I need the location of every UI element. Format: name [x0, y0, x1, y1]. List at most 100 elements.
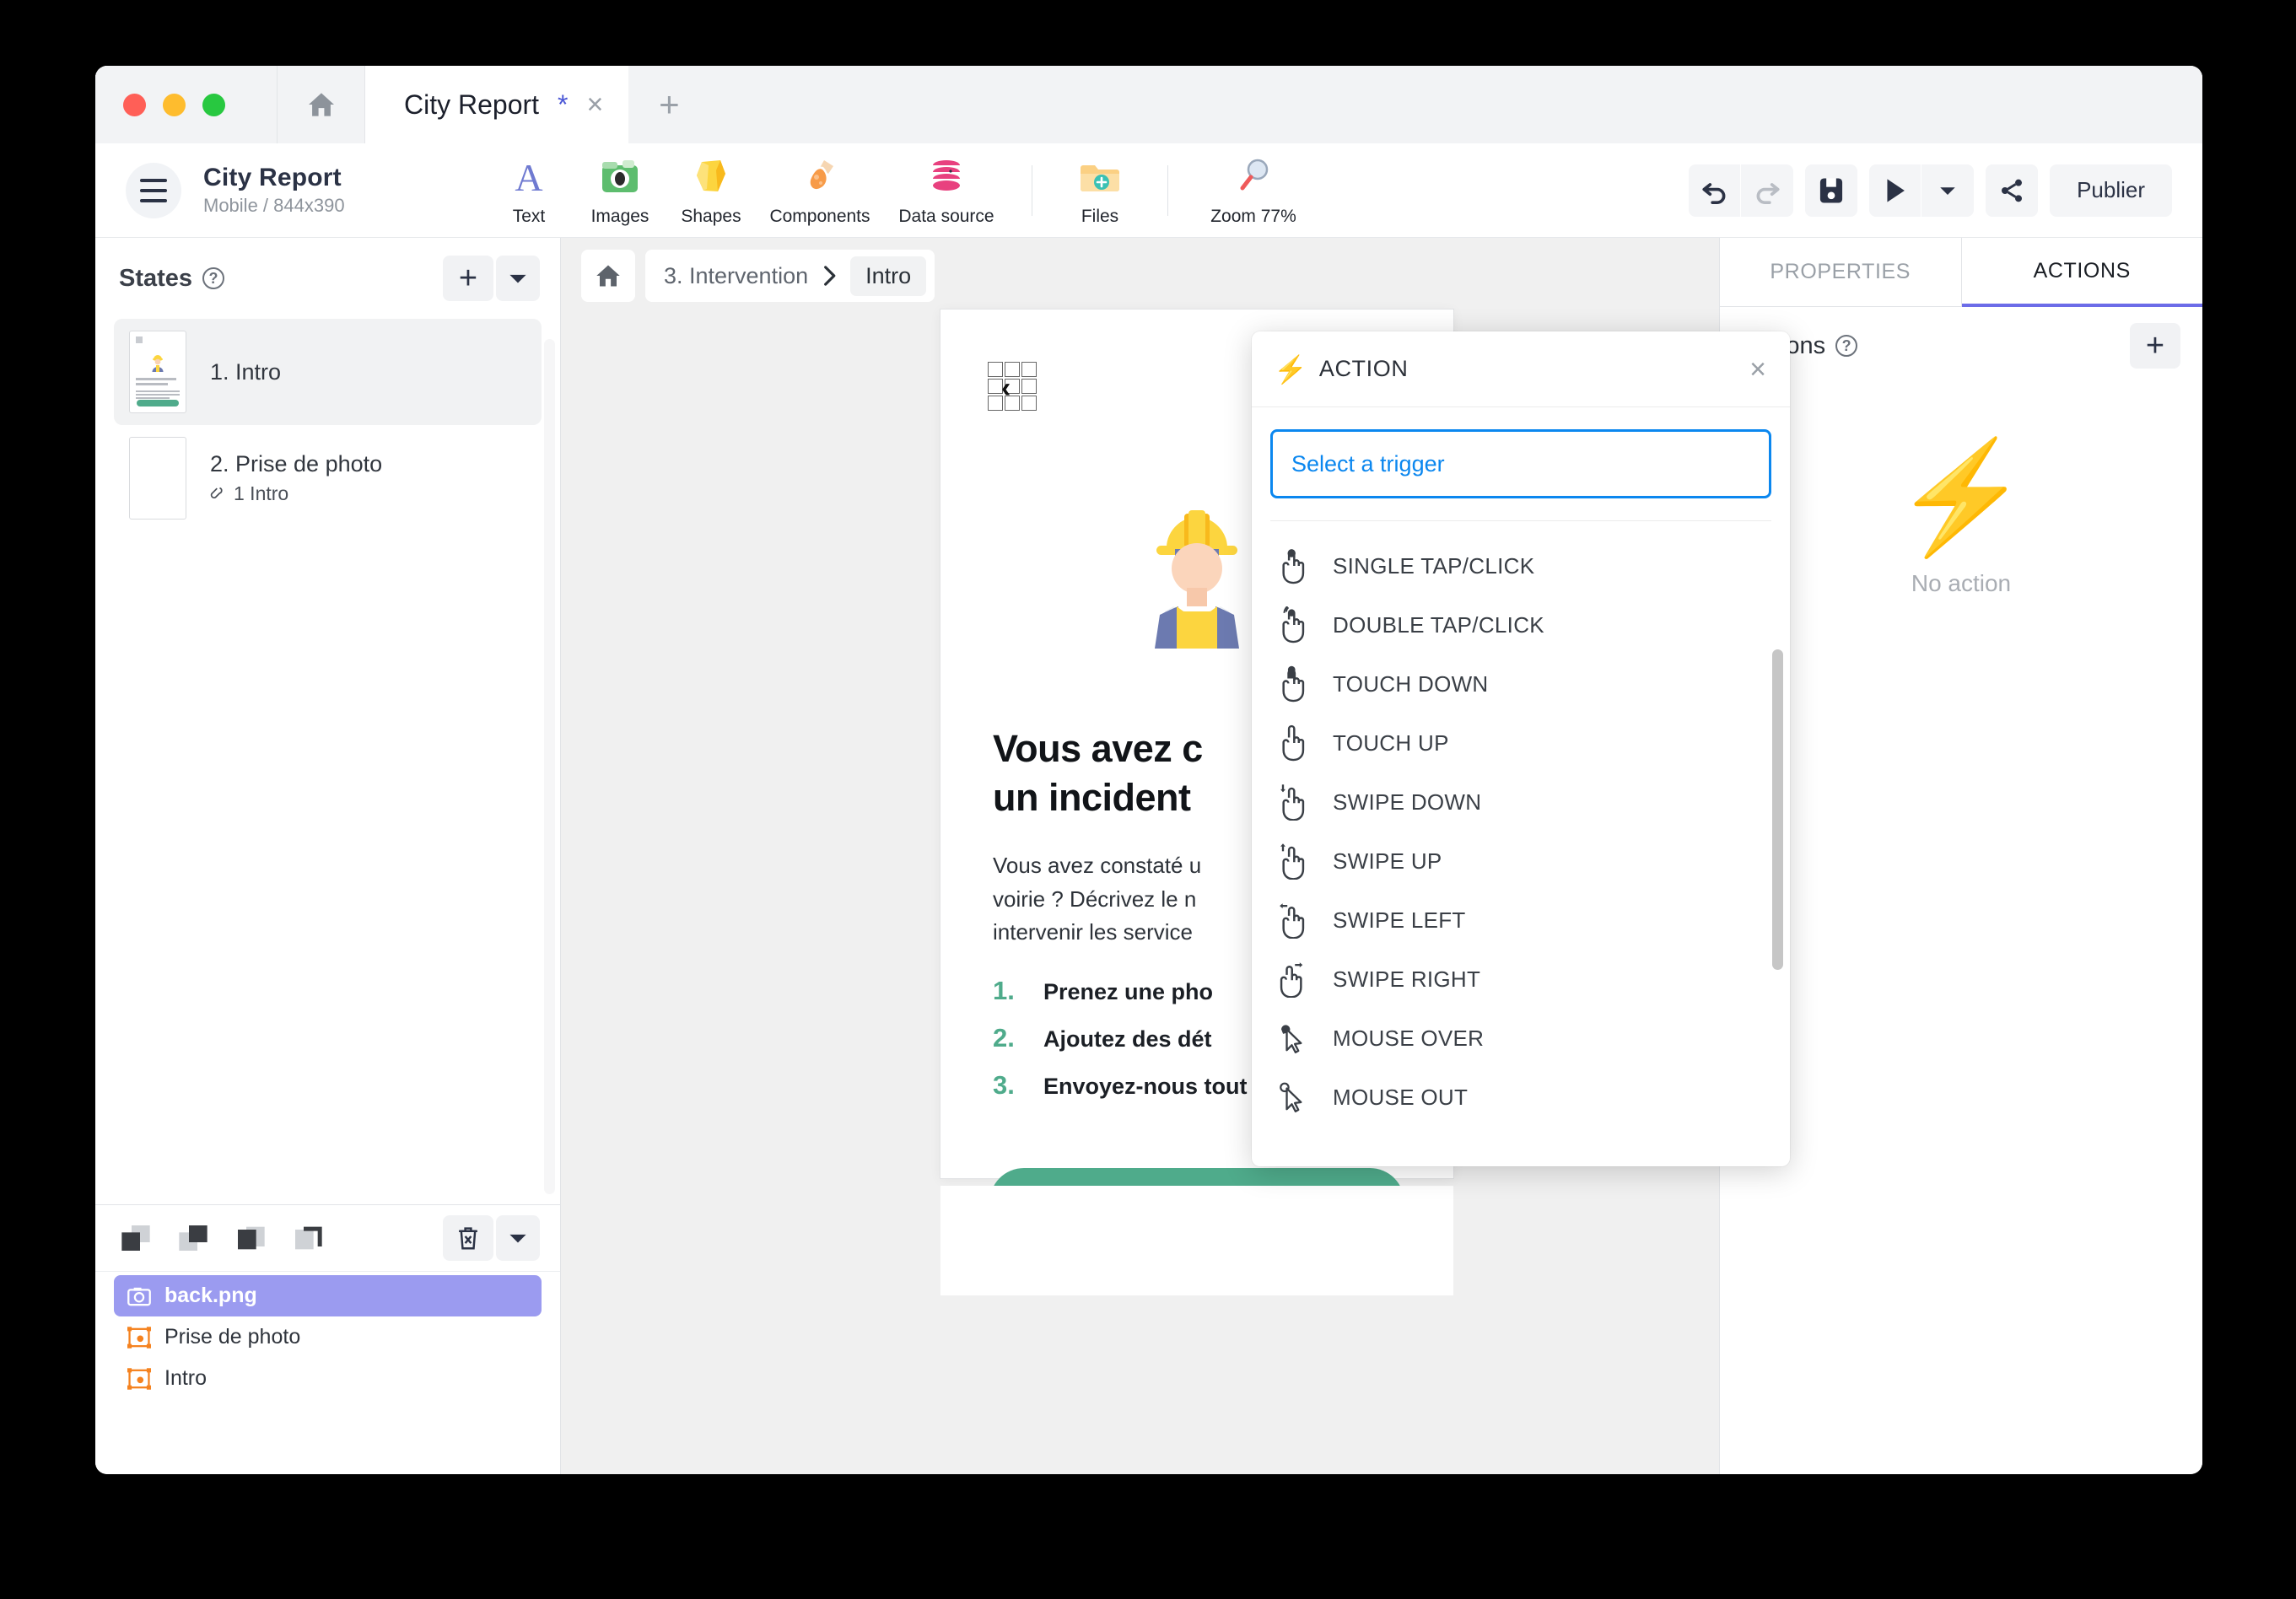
trigger-label: SWIPE LEFT [1333, 907, 1466, 934]
layer-item-prise-de-photo[interactable]: Prise de photo [114, 1316, 542, 1358]
breadcrumb-current[interactable]: Intro [850, 256, 926, 296]
step-number: 2. [993, 1023, 1025, 1053]
redo-button[interactable] [1741, 164, 1793, 217]
tool-label: Data source [898, 207, 994, 227]
trigger-option-swipe-down[interactable]: SWIPE DOWN [1252, 773, 1790, 832]
trigger-option-swipe-right[interactable]: SWIPE RIGHT [1252, 950, 1790, 1009]
add-action-button[interactable]: + [2130, 323, 2180, 369]
window-traffic-lights [95, 66, 278, 143]
close-icon[interactable]: × [1749, 355, 1766, 384]
trigger-option-single-tap[interactable]: SINGLE TAP/CLICK [1252, 536, 1790, 595]
states-scrollbar[interactable] [544, 339, 555, 1194]
zoom-control[interactable]: Zoom 77% [1190, 153, 1317, 229]
trigger-label: MOUSE OUT [1333, 1085, 1468, 1111]
caret-down-icon [509, 272, 527, 284]
preview-group [1869, 164, 1974, 217]
trigger-option-touch-up[interactable]: TOUCH UP [1252, 713, 1790, 773]
layer-item-back-png[interactable]: back.png [114, 1275, 542, 1316]
tool-text[interactable]: A Text [483, 153, 574, 229]
minimize-window-button[interactable] [163, 94, 186, 116]
send-backward-icon[interactable] [291, 1224, 325, 1252]
new-tab-button[interactable]: + [628, 66, 709, 143]
bring-to-front-icon[interactable] [119, 1224, 153, 1252]
project-info: City Report Mobile / 844x390 [203, 164, 345, 217]
breadcrumb-home-button[interactable] [581, 250, 635, 302]
close-window-button[interactable] [123, 94, 146, 116]
document-tab[interactable]: City Report * × [365, 66, 628, 143]
share-button[interactable] [1986, 164, 2038, 217]
trigger-option-swipe-left[interactable]: SWIPE LEFT [1252, 891, 1790, 950]
trigger-option-double-tap[interactable]: DOUBLE TAP/CLICK [1252, 595, 1790, 654]
tab-title: City Report [404, 89, 539, 121]
state-thumbnail [129, 331, 186, 413]
hand-tap-icon [1275, 546, 1309, 585]
trigger-option-swipe-up[interactable]: SWIPE UP [1252, 832, 1790, 891]
state-name: 2. Prise de photo [210, 451, 382, 477]
right-sidebar: PROPERTIES ACTIONS Actions ? + ⚡ No acti… [1719, 238, 2202, 1474]
share-icon [1998, 177, 2025, 204]
tool-label: Images [591, 207, 649, 227]
play-dropdown-button[interactable] [1921, 164, 1974, 217]
state-item-text: 2. Prise de photo 1 Intro [210, 451, 382, 505]
main-toolbar: City Report Mobile / 844x390 A Text [95, 143, 2202, 238]
construction-worker-icon [1124, 488, 1269, 649]
select-trigger-input[interactable]: Select a trigger [1270, 429, 1771, 498]
trigger-list-scrollbar[interactable] [1772, 649, 1783, 970]
tool-data-source[interactable]: Data source [883, 153, 1010, 229]
toolbar-divider [1167, 165, 1168, 216]
tool-components[interactable]: Components [757, 153, 883, 229]
layer-item-intro[interactable]: Intro [114, 1358, 542, 1399]
question-mark-icon[interactable]: ? [202, 267, 224, 289]
menu-button[interactable] [126, 163, 181, 218]
publish-button[interactable]: Publier [2050, 164, 2172, 217]
send-to-back-icon[interactable] [176, 1224, 210, 1252]
undo-button[interactable] [1689, 164, 1741, 217]
add-state-button[interactable]: + [443, 256, 493, 301]
save-button[interactable] [1805, 164, 1857, 217]
trigger-option-touch-down[interactable]: TOUCH DOWN [1252, 654, 1790, 713]
hand-swipe-right-icon [1275, 960, 1309, 999]
state-item-intro[interactable]: 1. Intro [114, 319, 542, 425]
tool-files[interactable]: Files [1054, 153, 1145, 229]
layer-list: back.png Prise de photo [95, 1271, 560, 1474]
close-tab-icon[interactable]: × [587, 90, 604, 119]
cursor-mouse-over-icon [1275, 1019, 1309, 1058]
tab-properties[interactable]: PROPERTIES [1720, 238, 1962, 307]
state-item-prise-de-photo[interactable]: 2. Prise de photo 1 Intro [114, 425, 542, 531]
layers-panel: back.png Prise de photo [95, 1204, 560, 1474]
states-dropdown-button[interactable] [496, 256, 540, 301]
play-button[interactable] [1869, 164, 1921, 217]
construction-worker-icon [149, 353, 166, 372]
layer-name: Prise de photo [164, 1325, 300, 1349]
delete-icon [457, 1225, 479, 1251]
tool-label: Text [513, 207, 546, 227]
delete-layer-button[interactable] [443, 1215, 493, 1261]
trigger-label: SINGLE TAP/CLICK [1333, 553, 1534, 579]
tool-images[interactable]: Images [574, 153, 666, 229]
layer-dropdown-button[interactable] [496, 1215, 540, 1261]
svg-text:A: A [515, 157, 542, 196]
zoom-label: Zoom 77% [1210, 207, 1296, 227]
trigger-option-mouse-over[interactable]: MOUSE OVER [1252, 1009, 1790, 1068]
redo-icon [1753, 176, 1781, 205]
trigger-label: SWIPE RIGHT [1333, 966, 1480, 993]
trigger-option-mouse-out[interactable]: MOUSE OUT [1252, 1068, 1790, 1127]
breadcrumb-parent[interactable]: 3. Intervention [664, 263, 808, 289]
layer-name: Intro [164, 1366, 207, 1391]
left-sidebar: States ? + [95, 238, 561, 1474]
caret-down-icon [1939, 185, 1956, 197]
home-icon [307, 92, 336, 117]
tool-shapes[interactable]: Shapes [666, 153, 757, 229]
step-text: Ajoutez des dét [1043, 1026, 1212, 1053]
browser-tab-bar: City Report * × + [95, 66, 2202, 143]
trigger-label: SWIPE DOWN [1333, 789, 1481, 816]
breadcrumb-path: 3. Intervention Intro [645, 250, 935, 302]
home-tab-button[interactable] [278, 66, 365, 143]
back-chevron-icon[interactable]: ‹ [988, 362, 1038, 412]
bring-forward-icon[interactable] [234, 1224, 267, 1252]
tab-actions[interactable]: ACTIONS [1962, 238, 2203, 307]
thumb-header-block [136, 336, 143, 343]
breadcrumb: 3. Intervention Intro [581, 250, 935, 302]
question-mark-icon[interactable]: ? [1835, 335, 1857, 357]
maximize-window-button[interactable] [202, 94, 225, 116]
